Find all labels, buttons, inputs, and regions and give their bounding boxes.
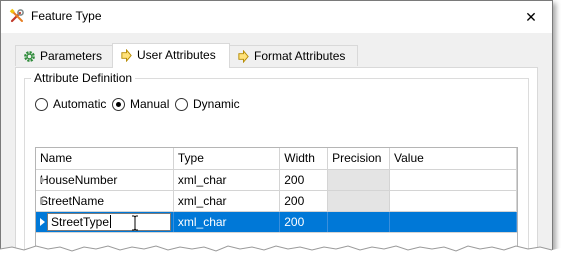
radio-label: Dynamic xyxy=(193,97,240,111)
radio-manual[interactable]: Manual xyxy=(112,97,172,113)
radio-button[interactable] xyxy=(35,98,48,111)
tab-label: Parameters xyxy=(40,49,103,63)
attributes-grid: Name Type Width Precision Value HouseNum… xyxy=(35,147,518,253)
name-cell[interactable]: StreetType xyxy=(36,211,174,233)
width-cell[interactable]: 200 xyxy=(279,169,329,191)
radio-selected-dot xyxy=(116,102,121,107)
table-header-row: Name Type Width Precision Value xyxy=(36,148,517,170)
text-caret xyxy=(110,214,112,228)
expand-arrow-icon[interactable] xyxy=(40,217,45,226)
radio-label: Automatic xyxy=(53,97,107,111)
name-edit-input[interactable]: StreetType xyxy=(47,212,171,231)
expand-arrow-icon[interactable] xyxy=(40,196,45,205)
type-cell[interactable]: xml_char xyxy=(173,211,281,233)
precision-cell xyxy=(327,211,391,233)
text-cursor-icon xyxy=(132,215,138,230)
tab-user-attributes[interactable]: User Attributes xyxy=(112,43,230,68)
radio-button[interactable] xyxy=(112,98,125,111)
close-icon: ✕ xyxy=(525,9,537,25)
radio-automatic[interactable]: Automatic xyxy=(35,97,107,113)
table-row-selected[interactable]: StreetType xml_char 200 xyxy=(36,211,517,233)
value-cell[interactable] xyxy=(389,211,517,233)
window-title: Feature Type xyxy=(31,9,102,23)
table-row[interactable]: HouseNumber xml_char 200 xyxy=(36,169,517,191)
column-header-value[interactable]: Value xyxy=(389,148,517,170)
arrow-right-icon xyxy=(121,49,132,62)
gear-icon xyxy=(24,51,35,62)
column-header-type[interactable]: Type xyxy=(173,148,281,170)
group-legend: Attribute Definition xyxy=(31,71,136,85)
radio-dynamic[interactable]: Dynamic xyxy=(175,97,245,113)
expand-arrow-icon[interactable] xyxy=(40,175,45,184)
attribute-definition-group: Attribute Definition Automatic Manual Dy… xyxy=(24,71,529,253)
title-bar[interactable]: Feature Type ✕ xyxy=(1,1,552,33)
name-cell[interactable]: HouseNumber xyxy=(36,169,174,191)
tab-parameters[interactable]: Parameters xyxy=(15,45,113,66)
table-row[interactable]: StreetName xml_char 200 xyxy=(36,190,517,212)
cell-text: HouseNumber xyxy=(40,172,118,187)
radio-button[interactable] xyxy=(175,98,188,111)
feature-type-dialog: Feature Type ✕ Parameters User Attribute… xyxy=(0,0,553,254)
attributes-table: Name Type Width Precision Value HouseNum… xyxy=(36,148,517,233)
tab-format-attributes[interactable]: Format Attributes xyxy=(229,45,358,66)
column-header-name[interactable]: Name xyxy=(36,148,174,170)
name-cell[interactable]: StreetName xyxy=(36,190,174,212)
precision-cell xyxy=(327,190,391,212)
dialog-content: Parameters User Attributes Format Attrib… xyxy=(1,33,552,253)
edit-text: StreetType xyxy=(51,214,110,229)
screenshot-canvas: Feature Type ✕ Parameters User Attribute… xyxy=(0,0,561,265)
radio-label: Manual xyxy=(130,97,170,111)
tab-label: User Attributes xyxy=(137,48,216,62)
type-cell[interactable]: xml_char xyxy=(173,169,281,191)
user-attributes-panel: Attribute Definition Automatic Manual Dy… xyxy=(15,67,538,253)
width-cell[interactable]: 200 xyxy=(279,190,329,212)
value-cell[interactable] xyxy=(389,169,517,191)
tab-label: Format Attributes xyxy=(254,49,346,63)
column-header-width[interactable]: Width xyxy=(279,148,329,170)
column-header-precision[interactable]: Precision xyxy=(327,148,391,170)
type-cell[interactable]: xml_char xyxy=(173,190,281,212)
value-cell[interactable] xyxy=(389,190,517,212)
wrench-tools-icon xyxy=(9,8,24,23)
precision-cell xyxy=(327,169,391,191)
width-cell[interactable]: 200 xyxy=(279,211,329,233)
close-button[interactable]: ✕ xyxy=(520,6,542,28)
arrow-right-icon xyxy=(238,50,249,63)
cell-text: StreetName xyxy=(40,193,105,208)
torn-edge-decoration xyxy=(0,244,561,265)
